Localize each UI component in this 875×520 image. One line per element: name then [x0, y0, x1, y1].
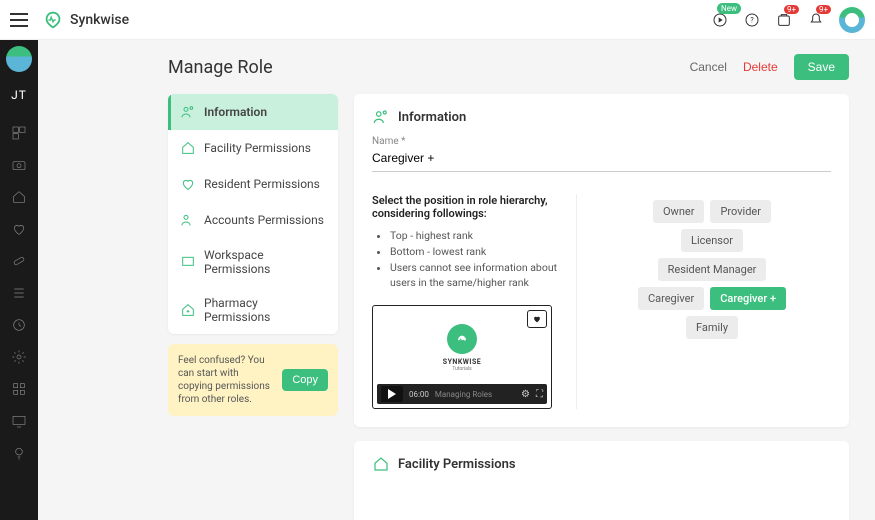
role-chip[interactable]: Provider — [710, 200, 771, 223]
apps-icon[interactable] — [10, 380, 28, 398]
user-avatar[interactable] — [839, 7, 865, 33]
menu-toggle[interactable] — [10, 13, 28, 27]
pharmacy-icon — [180, 302, 196, 318]
iconbar: JT — [0, 40, 38, 520]
bullet: Top - highest rank — [390, 228, 562, 244]
video-logo-icon — [447, 324, 477, 354]
help-icon[interactable]: ? — [743, 11, 761, 29]
copy-button[interactable]: Copy — [282, 369, 328, 391]
role-chip[interactable]: Owner — [653, 200, 704, 223]
brand-logo[interactable]: Synkwise — [42, 9, 129, 31]
bullet: Bottom - lowest rank — [390, 244, 562, 260]
nav-label: Workspace Permissions — [204, 248, 326, 276]
play-icon[interactable] — [381, 386, 403, 402]
bell-badge: 9+ — [816, 5, 831, 14]
name-label: Name * — [372, 136, 831, 147]
section-nav: Information Facility Permissions Residen… — [168, 94, 338, 334]
home-icon[interactable] — [10, 188, 28, 206]
video-controls[interactable]: 06:00 Managing Roles ⚙ ⛶ — [377, 384, 547, 404]
bulb-icon[interactable] — [10, 444, 28, 462]
person-icon — [372, 108, 390, 126]
nav-label: Accounts Permissions — [204, 213, 324, 227]
inbox-icon[interactable]: 9+ — [775, 11, 793, 29]
nav-label: Resident Permissions — [204, 177, 320, 191]
video-brand: SYNKWISE — [443, 358, 481, 366]
role-chip[interactable]: Family — [686, 316, 738, 339]
page-header: Manage Role Cancel Delete Save — [168, 54, 849, 80]
resident-icon — [180, 176, 196, 192]
settings-icon[interactable]: ⚙ — [521, 389, 530, 400]
camera-icon[interactable] — [10, 156, 28, 174]
facility-icon — [180, 140, 196, 156]
workspace-icon — [180, 254, 196, 270]
tutorial-video[interactable]: SYNKWISE Tutorials 06:00 Managing Roles … — [372, 305, 552, 409]
role-chip[interactable]: Licensor — [681, 229, 743, 252]
main-content: Manage Role Cancel Delete Save Informati… — [38, 40, 875, 520]
brand-name: Synkwise — [70, 12, 129, 28]
pill-icon[interactable] — [10, 252, 28, 270]
accounts-icon — [180, 212, 196, 228]
new-badge: New — [717, 3, 741, 14]
whatsnew-icon[interactable]: New — [711, 11, 729, 29]
card-title: Information — [398, 110, 466, 125]
card-title: Facility Permissions — [398, 457, 516, 472]
bell-icon[interactable]: 9+ — [807, 11, 825, 29]
dashboard-icon[interactable] — [10, 124, 28, 142]
cancel-button[interactable]: Cancel — [690, 60, 727, 74]
fullscreen-icon[interactable]: ⛶ — [536, 389, 543, 400]
nav-information[interactable]: Information — [168, 94, 338, 130]
topbar-actions: New ? 9+ 9+ — [711, 7, 865, 33]
role-chip[interactable]: Caregiver + — [710, 287, 786, 310]
video-time: 06:00 — [409, 390, 429, 399]
nav-facility[interactable]: Facility Permissions — [168, 130, 338, 166]
side-avatar[interactable] — [6, 46, 32, 72]
facility-card: Facility Permissions — [354, 441, 849, 520]
help-card: Feel confused? You can start with copyin… — [168, 344, 338, 416]
hierarchy-list: Top - highest rank Bottom - lowest rank … — [372, 228, 562, 291]
save-button[interactable]: Save — [794, 54, 849, 80]
heart-icon[interactable] — [10, 220, 28, 238]
nav-label: Facility Permissions — [204, 141, 311, 155]
clock-icon[interactable] — [10, 316, 28, 334]
information-card: Information Name * Select the position i… — [354, 94, 849, 427]
video-sub: Tutorials — [452, 366, 471, 372]
gear-icon[interactable] — [10, 348, 28, 366]
role-hierarchy: Owner Provider Licensor Resident Manager Car… — [632, 200, 792, 339]
help-text: Feel confused? You can start with copyin… — [178, 354, 274, 406]
nav-resident[interactable]: Resident Permissions — [168, 166, 338, 202]
nav-pharmacy[interactable]: Pharmacy Permissions — [168, 286, 338, 334]
nav-label: Pharmacy Permissions — [204, 296, 326, 324]
name-input[interactable] — [372, 147, 831, 172]
list-icon[interactable] — [10, 284, 28, 302]
delete-button[interactable]: Delete — [743, 60, 778, 74]
nav-label: Information — [204, 105, 267, 119]
bullet: Users cannot see information about users… — [390, 260, 562, 292]
video-title: Managing Roles — [435, 390, 515, 399]
nav-accounts[interactable]: Accounts Permissions — [168, 202, 338, 238]
hierarchy-title: Select the position in role hierarchy, c… — [372, 194, 562, 220]
page-title: Manage Role — [168, 57, 273, 78]
user-initials: JT — [11, 88, 27, 102]
role-chip[interactable]: Resident Manager — [658, 258, 767, 281]
svg-text:?: ? — [750, 15, 754, 24]
role-chip[interactable]: Caregiver — [638, 287, 704, 310]
inbox-badge: 9+ — [784, 5, 799, 14]
monitor-icon[interactable] — [10, 412, 28, 430]
nav-workspace[interactable]: Workspace Permissions — [168, 238, 338, 286]
logo-icon — [42, 9, 64, 31]
topbar: Synkwise New ? 9+ 9+ — [0, 0, 875, 40]
facility-icon — [372, 455, 390, 473]
person-icon — [180, 104, 196, 120]
